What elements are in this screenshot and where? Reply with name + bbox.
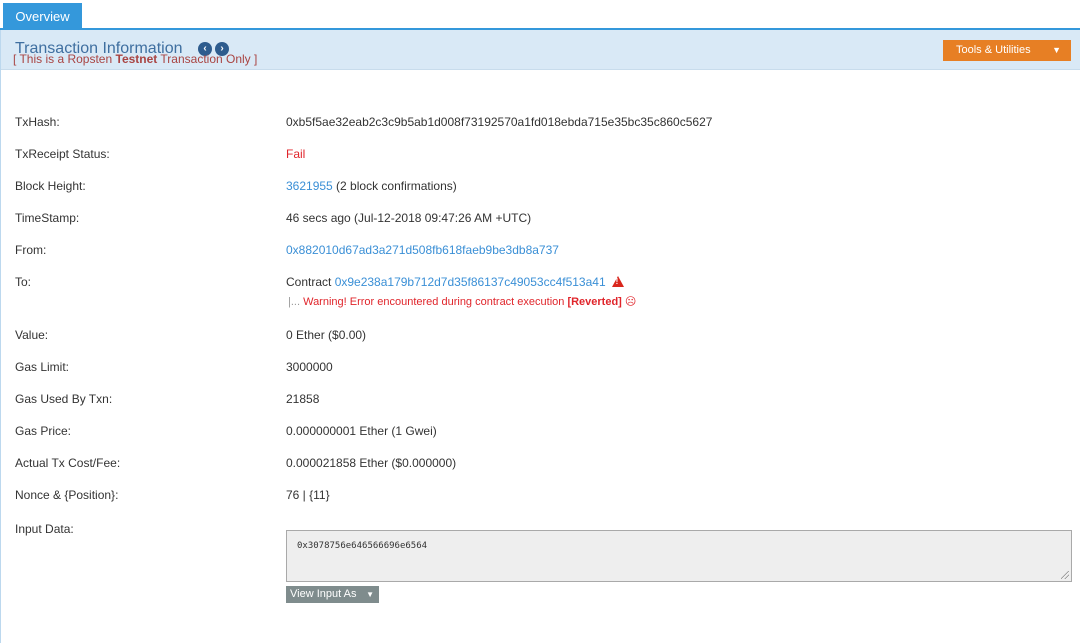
tab-bar: Overview (0, 0, 1080, 30)
value-label: Value: (15, 328, 49, 342)
block-height-label: Block Height: (15, 179, 86, 193)
to-value: Contract 0x9e238a179b712d7d35f86137c4905… (286, 275, 624, 289)
tx-cost-label: Actual Tx Cost/Fee: (15, 456, 121, 470)
from-address-link[interactable]: 0x882010d67ad3a271d508fb618faeb9be3db8a7… (286, 243, 559, 257)
caret-down-icon: ▼ (1052, 45, 1061, 55)
to-label: To: (15, 275, 32, 289)
tab-overview[interactable]: Overview (3, 3, 82, 30)
from-value: 0x882010d67ad3a271d508fb618faeb9be3db8a7… (286, 243, 559, 257)
caret-down-icon: ▼ (366, 590, 374, 599)
timestamp-value: 46 secs ago (Jul-12-2018 09:47:26 AM +UT… (286, 211, 532, 225)
view-input-as-button[interactable]: View Input As ▼ (286, 586, 379, 603)
reverted-label: [Reverted] (567, 296, 622, 308)
gas-price-label: Gas Price: (15, 424, 72, 438)
block-height-value: 3621955 (2 block confirmations) (286, 179, 457, 193)
sad-face-icon: ☹ (621, 296, 637, 308)
tools-utilities-label: Tools & Utilities (956, 44, 1031, 56)
gas-price-value: 0.000000001 Ether (1 Gwei) (286, 424, 437, 438)
notice-suffix: Transaction Only ] (157, 52, 258, 66)
input-data-value: 0x3078756e646566696e6564 (297, 541, 428, 551)
notice-bold: Testnet (115, 52, 158, 66)
status-label: TxReceipt Status: (15, 147, 110, 161)
nonce-value: 76 | {11} (286, 488, 330, 502)
warning-icon: ! (611, 276, 624, 287)
tx-cost-value: 0.000021858 Ether ($0.000000) (286, 456, 457, 470)
timestamp-label: TimeStamp: (15, 211, 80, 225)
gas-used-value: 21858 (286, 392, 320, 406)
tools-utilities-button[interactable]: Tools & Utilities ▼ (943, 40, 1071, 61)
to-contract-link[interactable]: 0x9e238a179b712d7d35f86137c49053cc4f513a… (335, 275, 606, 289)
block-confirmations: (2 block confirmations) (332, 179, 457, 193)
gas-limit-label: Gas Limit: (15, 360, 70, 374)
txhash-value: 0xb5f5ae32eab2c3c9b5ab1d008f73192570a1fd… (286, 115, 713, 129)
txhash-label: TxHash: (15, 115, 60, 129)
input-data-label: Input Data: (15, 522, 74, 536)
block-link[interactable]: 3621955 (286, 179, 333, 193)
input-data-textarea[interactable]: 0x3078756e646566696e6564 (286, 530, 1072, 582)
view-input-as-label: View Input As (290, 588, 357, 600)
tree-branch-icon: |... (288, 296, 304, 308)
notice-prefix: [ This is a Ropsten (13, 52, 116, 66)
testnet-notice: [ This is a Ropsten Testnet Transaction … (13, 52, 257, 66)
resize-grip-icon[interactable] (1061, 571, 1069, 579)
gas-used-label: Gas Used By Txn: (15, 392, 113, 406)
contract-warning: |... Warning! Error encountered during c… (288, 295, 636, 308)
value-value: 0 Ether ($0.00) (286, 328, 367, 342)
nonce-label: Nonce & {Position}: (15, 488, 119, 502)
to-prefix: Contract (286, 275, 335, 289)
gas-limit-value: 3000000 (286, 360, 333, 374)
warning-text: Warning! Error encountered during contra… (303, 296, 568, 308)
from-label: From: (15, 243, 47, 257)
status-value: Fail (286, 147, 306, 161)
